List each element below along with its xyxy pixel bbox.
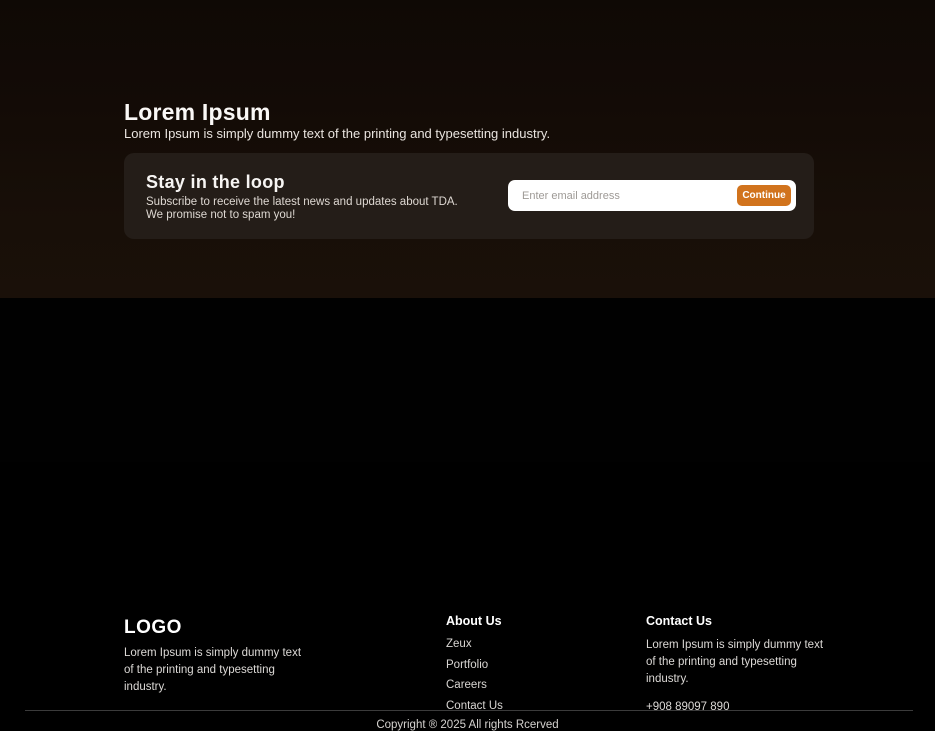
email-input[interactable] [508, 190, 737, 202]
page-title: Lorem Ipsum [124, 99, 271, 126]
footer-contact-heading: Contact Us [646, 614, 826, 628]
footer-link-zeux[interactable]: Zeux [446, 637, 503, 653]
email-subscribe-form: Continue [508, 180, 796, 211]
hero-section: Lorem Ipsum Lorem Ipsum is simply dummy … [0, 0, 935, 298]
footer-link-portfolio[interactable]: Portfolio [446, 658, 503, 674]
subscribe-description: Subscribe to receive the latest news and… [146, 196, 458, 222]
footer-contact-text: Lorem Ipsum is simply dummy text of the … [646, 637, 826, 688]
footer-about-column: About Us Zeux Portfolio Careers Contact … [446, 614, 503, 719]
footer-phone-number[interactable]: +908 89097 890 [646, 701, 826, 713]
footer-divider [25, 710, 913, 711]
footer-about-heading: About Us [446, 614, 503, 628]
continue-button[interactable]: Continue [737, 185, 791, 206]
footer-about-links: Zeux Portfolio Careers Contact Us [446, 637, 503, 714]
footer-logo[interactable]: LOGO [124, 617, 182, 639]
footer-link-contact-us[interactable]: Contact Us [446, 699, 503, 715]
footer: LOGO Lorem Ipsum is simply dummy text of… [0, 298, 935, 462]
footer-contact-column: Contact Us Lorem Ipsum is simply dummy t… [646, 614, 826, 713]
footer-link-careers[interactable]: Careers [446, 678, 503, 694]
page: Lorem Ipsum Lorem Ipsum is simply dummy … [0, 0, 935, 462]
subscribe-description-line1: Subscribe to receive the latest news and… [146, 196, 458, 208]
subscribe-description-line2: We promise not to spam you! [146, 209, 295, 221]
subscribe-card: Stay in the loop Subscribe to receive th… [124, 153, 814, 239]
footer-tagline: Lorem Ipsum is simply dummy text of the … [124, 645, 304, 696]
copyright-text: Copyright ® 2025 All rights Rcerved [0, 719, 935, 731]
subscribe-heading: Stay in the loop [146, 172, 285, 193]
page-subtitle: Lorem Ipsum is simply dummy text of the … [124, 126, 550, 141]
